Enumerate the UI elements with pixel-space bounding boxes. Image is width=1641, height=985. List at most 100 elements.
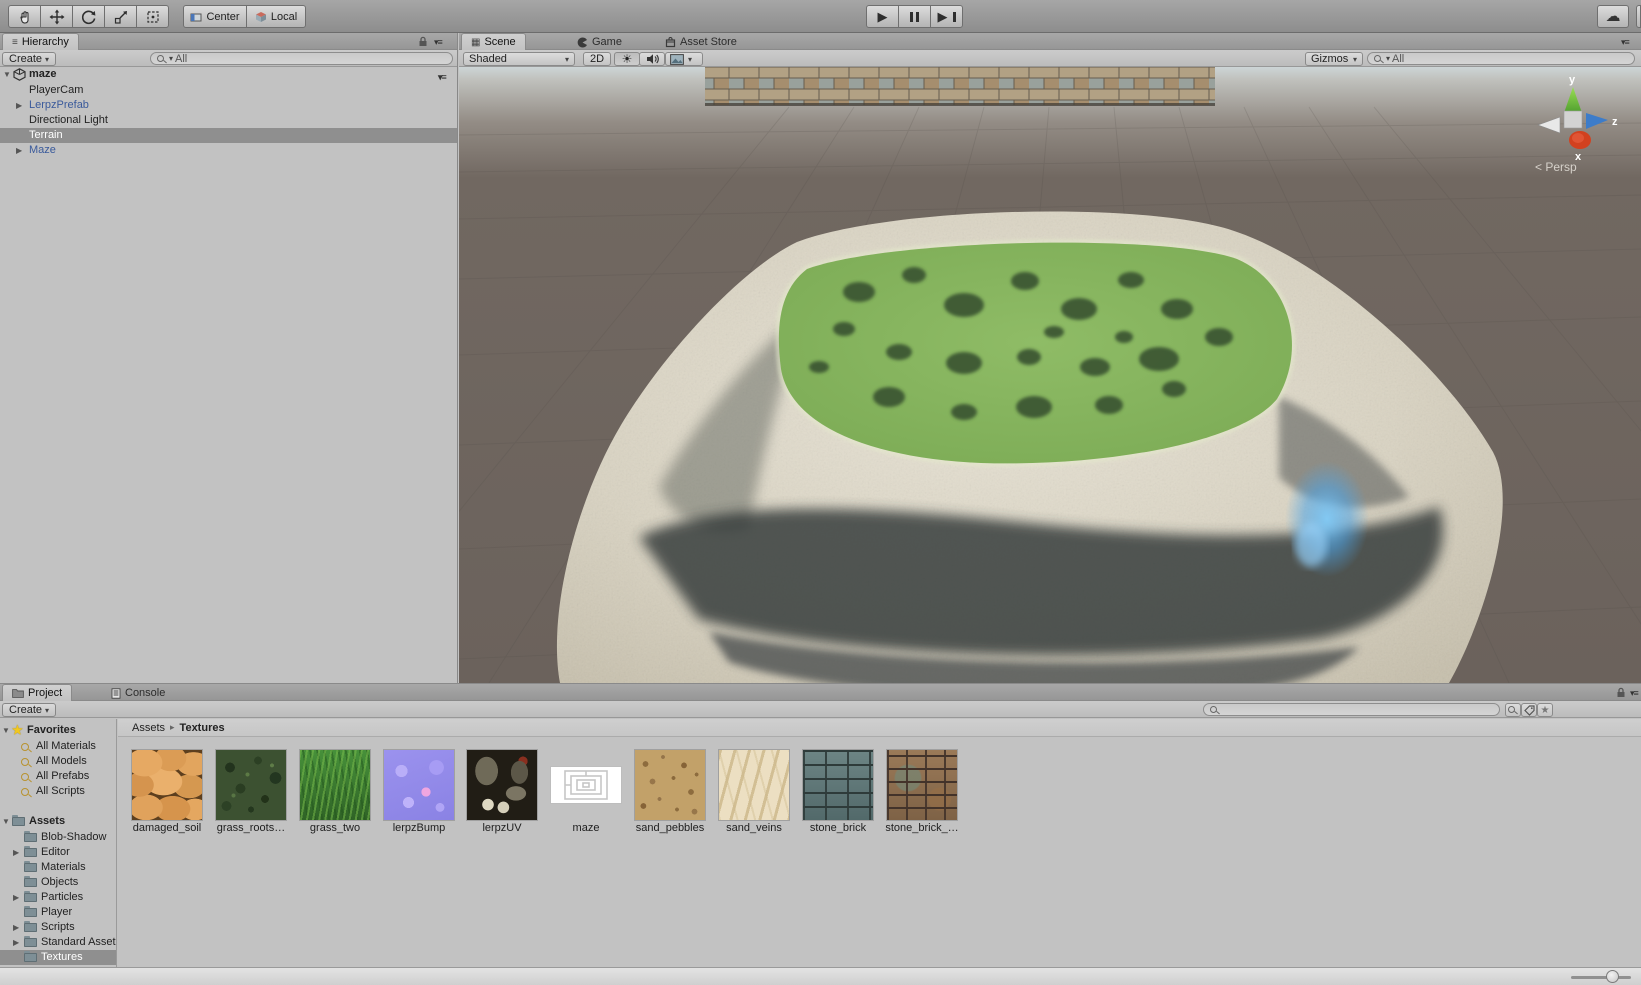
tab-project[interactable]: Project xyxy=(2,684,72,701)
asset-label[interactable]: stone_brick xyxy=(796,822,880,834)
asset-label[interactable]: grass_two xyxy=(293,822,377,834)
tab-scene[interactable]: ▦ Scene xyxy=(461,33,526,50)
asset-thumb-lerpzbump[interactable] xyxy=(383,749,455,821)
panel-menu-icon[interactable]: ▾≡ xyxy=(1621,37,1629,48)
disclosure-closed-icon[interactable]: ▶ xyxy=(13,890,19,905)
asset-label[interactable]: damaged_soil xyxy=(125,822,209,834)
panel-menu-icon[interactable]: ▾≡ xyxy=(1630,688,1638,699)
favorite-all-models[interactable]: All Models xyxy=(0,754,117,769)
asset-label[interactable]: lerpzUV xyxy=(460,822,544,834)
account-button-clipped[interactable] xyxy=(1636,5,1641,28)
disclosure-closed-icon[interactable]: ▶ xyxy=(13,845,19,860)
project-search-input[interactable] xyxy=(1203,703,1500,716)
hierarchy-search-input[interactable]: ▾ All xyxy=(150,52,453,65)
scene-viewport[interactable]: y z x xyxy=(459,67,1641,683)
sun-icon: ☀ xyxy=(622,52,633,66)
hand-tool-button[interactable] xyxy=(8,5,41,28)
project-folder-tree: ▼ ★ Favorites All Materials All Models A… xyxy=(0,719,117,968)
folder-icon xyxy=(24,848,37,857)
folder-objects[interactable]: Objects xyxy=(0,875,117,890)
asset-thumb-grass-two[interactable] xyxy=(299,749,371,821)
folder-materials[interactable]: Materials xyxy=(0,860,117,875)
favorite-all-prefabs[interactable]: All Prefabs xyxy=(0,769,117,784)
disclosure-closed-icon[interactable]: ▶ xyxy=(13,935,19,950)
hierarchy-item-directional-light[interactable]: Directional Light xyxy=(0,113,457,128)
asset-label[interactable]: sand_pebbles xyxy=(628,822,712,834)
asset-thumb-damaged-soil[interactable] xyxy=(131,749,203,821)
scene-search-input[interactable]: ▾ All xyxy=(1367,52,1635,65)
save-search-button[interactable]: ★ xyxy=(1537,703,1553,717)
asset-label[interactable]: lerpzBump xyxy=(377,822,461,834)
hierarchy-scene-row[interactable]: ▼ maze ▾≡ xyxy=(0,67,457,82)
project-create-button[interactable]: Create ▾ xyxy=(2,703,56,717)
thumbnail-size-slider-knob[interactable] xyxy=(1606,970,1619,983)
tab-asset-store[interactable]: Asset Store xyxy=(659,34,743,50)
disclosure-closed-icon[interactable]: ▶ xyxy=(16,143,22,158)
disclosure-open-icon[interactable]: ▼ xyxy=(2,814,10,829)
tab-hierarchy[interactable]: ≡ Hierarchy xyxy=(2,33,79,50)
asset-thumb-grass-roots[interactable] xyxy=(215,749,287,821)
folder-particles[interactable]: ▶ Particles xyxy=(0,890,117,905)
asset-thumb-maze[interactable] xyxy=(550,766,622,804)
toggle-2d-button[interactable]: 2D xyxy=(583,52,611,66)
folder-standard-assets[interactable]: ▶ Standard Assets xyxy=(0,935,117,950)
assets-root[interactable]: ▼ Assets xyxy=(0,814,117,829)
tab-game[interactable]: Game xyxy=(571,34,628,50)
asset-thumb-sand-pebbles[interactable] xyxy=(634,749,706,821)
hierarchy-create-button[interactable]: Create ▾ xyxy=(2,52,56,66)
folder-textures-selected[interactable]: Textures xyxy=(0,950,117,965)
scale-tool-button[interactable] xyxy=(104,5,137,28)
asset-label[interactable]: maze xyxy=(544,822,628,834)
pivot-center-button[interactable]: Center xyxy=(183,5,247,28)
asset-thumb-lerpzuv[interactable] xyxy=(466,749,538,821)
folder-player[interactable]: Player xyxy=(0,905,117,920)
hierarchy-item-maze[interactable]: ▶ Maze xyxy=(0,143,457,158)
breadcrumb-textures[interactable]: Textures xyxy=(180,722,225,734)
stone-wall[interactable] xyxy=(705,67,1215,106)
shading-mode-dropdown[interactable]: Shaded ▾ xyxy=(463,52,575,66)
hierarchy-item-lerpzprefab[interactable]: ▶ LerpzPrefab xyxy=(0,98,457,113)
cloud-services-button[interactable]: ☁ xyxy=(1597,5,1629,28)
play-button[interactable]: ▶ xyxy=(866,5,899,28)
item-label: Terrain xyxy=(29,128,63,143)
pivot-local-button[interactable]: Local xyxy=(246,5,306,28)
asset-thumb-stone-brick[interactable] xyxy=(802,749,874,821)
disclosure-open-icon[interactable]: ▼ xyxy=(2,723,10,738)
search-by-type-button[interactable] xyxy=(1505,703,1521,717)
scene-effects-button[interactable]: ▾ xyxy=(665,52,703,66)
rect-tool-button[interactable] xyxy=(136,5,169,28)
gizmo-cube[interactable] xyxy=(1564,111,1582,128)
asset-label[interactable]: sand_veins xyxy=(712,822,796,834)
move-tool-button[interactable] xyxy=(40,5,73,28)
asset-thumb-stone-brick-2[interactable] xyxy=(886,749,958,821)
favorites-root[interactable]: ▼ ★ Favorites xyxy=(0,723,117,738)
disclosure-open-icon[interactable]: ▼ xyxy=(3,67,11,82)
folder-blob-shadow[interactable]: Blob-Shadow xyxy=(0,830,117,845)
scene-lighting-button[interactable]: ☀ xyxy=(614,52,640,66)
2d-label: 2D xyxy=(590,53,604,65)
gizmos-dropdown[interactable]: Gizmos ▾ xyxy=(1305,52,1363,66)
tab-console[interactable]: Console xyxy=(105,685,171,701)
asset-label[interactable]: grass_roots… xyxy=(209,822,293,834)
scene-audio-button[interactable] xyxy=(639,52,665,66)
pause-button[interactable] xyxy=(898,5,931,28)
breadcrumb-assets[interactable]: Assets xyxy=(132,722,165,734)
asset-label[interactable]: stone_brick_… xyxy=(880,822,964,834)
lock-icon[interactable] xyxy=(1616,687,1626,698)
disclosure-closed-icon[interactable]: ▶ xyxy=(13,920,19,935)
folder-scripts[interactable]: ▶ Scripts xyxy=(0,920,117,935)
hierarchy-item-playercam[interactable]: PlayerCam xyxy=(0,83,457,98)
disclosure-closed-icon[interactable]: ▶ xyxy=(16,98,22,113)
rotate-tool-button[interactable] xyxy=(72,5,105,28)
search-by-label-button[interactable] xyxy=(1521,703,1537,717)
folder-editor[interactable]: ▶ Editor xyxy=(0,845,117,860)
projection-mode-toggle[interactable]: < Persp xyxy=(1535,160,1577,174)
panel-menu-icon[interactable]: ▾≡ xyxy=(434,37,442,48)
favorite-all-scripts[interactable]: All Scripts xyxy=(0,784,117,799)
thumbnail-size-slider-track[interactable] xyxy=(1571,976,1631,979)
hierarchy-item-terrain-selected[interactable]: Terrain xyxy=(0,128,457,143)
step-button[interactable]: ▶ xyxy=(930,5,963,28)
lock-icon[interactable] xyxy=(418,36,428,47)
favorite-all-materials[interactable]: All Materials xyxy=(0,739,117,754)
asset-thumb-sand-veins[interactable] xyxy=(718,749,790,821)
